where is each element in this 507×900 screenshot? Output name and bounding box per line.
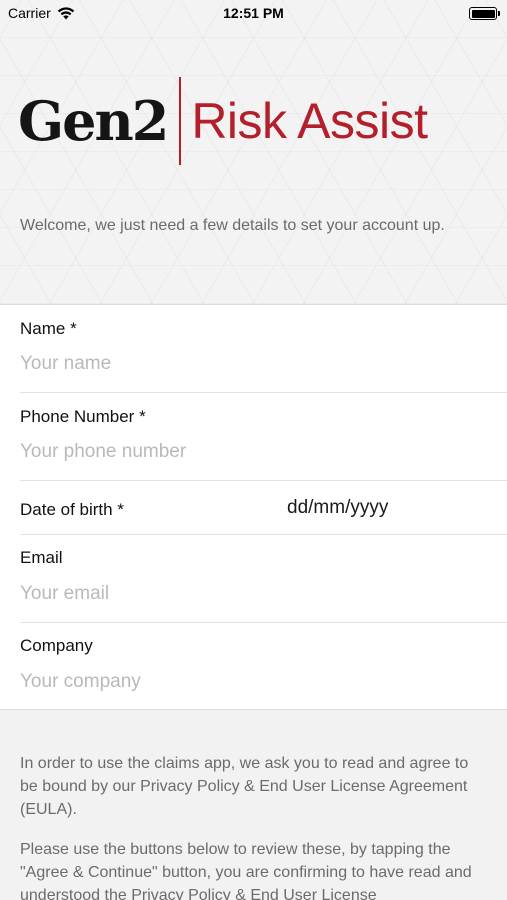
legal-paragraph-2: Please use the buttons below to review t… xyxy=(20,841,472,900)
company-input[interactable] xyxy=(20,671,490,693)
app-logo: Gen2 Risk Assist xyxy=(18,76,428,166)
company-label: Company xyxy=(20,636,93,655)
signup-form: Name * Phone Number * Date of birth * dd… xyxy=(0,304,507,710)
name-label: Name * xyxy=(20,319,77,338)
email-label: Email xyxy=(20,548,63,567)
name-field: Name * xyxy=(0,305,507,393)
logo-divider xyxy=(179,77,182,165)
dob-picker[interactable]: dd/mm/yyyy xyxy=(287,497,388,519)
phone-field: Phone Number * xyxy=(0,393,507,481)
logo-brand: Gen2 xyxy=(18,89,169,153)
logo-product: Risk Assist xyxy=(191,93,428,149)
email-field: Email xyxy=(0,535,507,623)
welcome-text: Welcome, we just need a few details to s… xyxy=(20,217,445,234)
legal-text: In order to use the claims app, we ask y… xyxy=(20,752,490,900)
dob-label: Date of birth * xyxy=(20,500,124,519)
company-field: Company xyxy=(0,623,507,711)
dob-field[interactable]: Date of birth * dd/mm/yyyy xyxy=(0,481,507,535)
name-input[interactable] xyxy=(20,353,490,375)
status-time: 12:51 PM xyxy=(223,5,284,21)
email-input[interactable] xyxy=(20,583,490,605)
phone-label: Phone Number * xyxy=(20,407,146,426)
battery-icon xyxy=(469,7,500,20)
status-bar: Carrier 12:51 PM xyxy=(0,0,507,28)
phone-input[interactable] xyxy=(20,441,490,463)
legal-paragraph-1: In order to use the claims app, we ask y… xyxy=(20,755,469,818)
